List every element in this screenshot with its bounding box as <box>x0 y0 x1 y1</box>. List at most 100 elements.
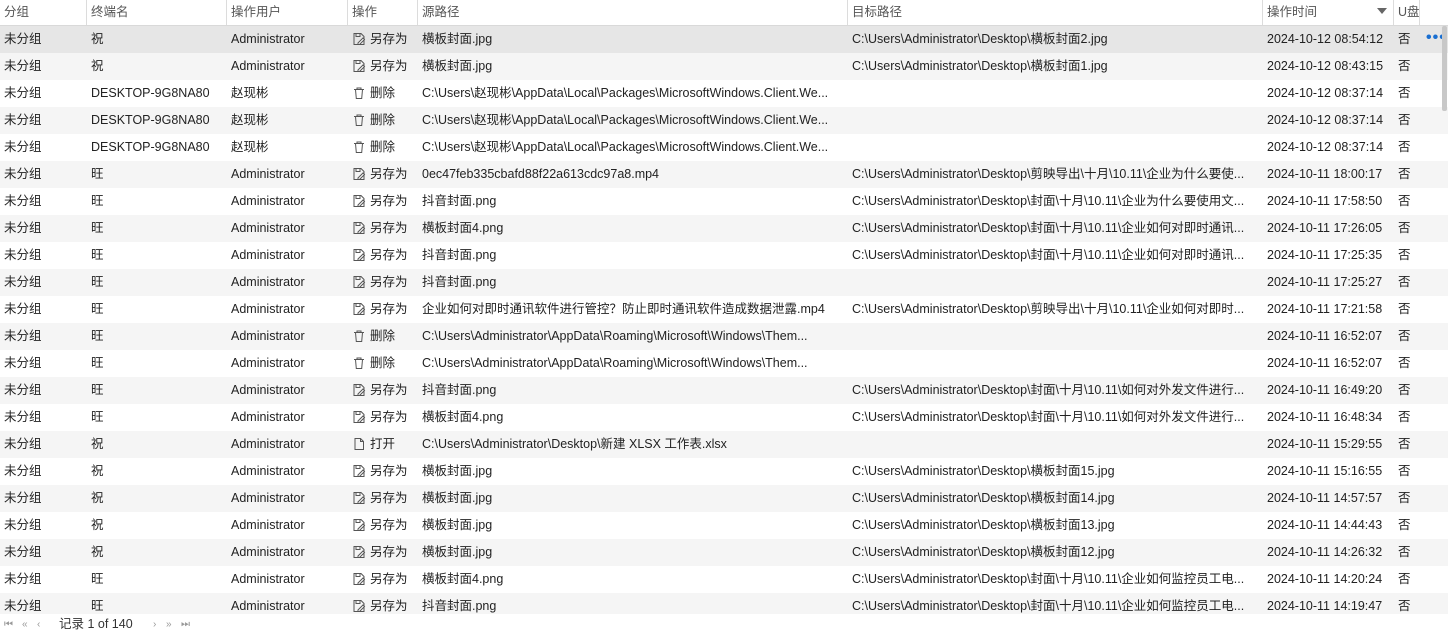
next-page-fast-icon[interactable]: » <box>166 614 172 635</box>
prev-page-icon[interactable]: ‹ <box>37 614 40 635</box>
cell-source-path: C:\Users\Administrator\Desktop\新建 XLSX 工… <box>422 437 727 451</box>
cell-time: 2024-10-11 17:58:50 <box>1267 194 1383 208</box>
table-row[interactable]: 未分组 祝 Administrator 另存为 横板封面.jpg C:\Users\Adm… <box>0 53 1448 80</box>
table-row[interactable]: 未分组 旺 Administrator 另存为 抖音封面.png C:\Users\Adm… <box>0 377 1448 404</box>
column-header-user[interactable]: 操作用户 <box>227 0 348 25</box>
column-header-operation[interactable]: 操作 <box>348 0 418 25</box>
cell-target-path: C:\Users\Administrator\Desktop\横板封面2.jpg <box>852 32 1108 46</box>
table-row[interactable]: 未分组 旺 Administrator 另存为 0ec47feb335cbafd88f2… <box>0 161 1448 188</box>
cell-usb: 否 <box>1398 167 1411 181</box>
table-row[interactable]: 未分组 旺 Administrator 另存为 横板封面4.png C:\Users\Ad… <box>0 566 1448 593</box>
table-row[interactable]: 未分组 祝 Administrator 打开 C:\Users\Administrato… <box>0 431 1448 458</box>
trash-icon <box>352 353 366 369</box>
cell-operation: 删除 <box>348 350 418 377</box>
cell-operation: 删除 <box>348 80 418 107</box>
next-page-icon[interactable]: › <box>153 614 156 635</box>
cell-target-path: C:\Users\Administrator\Desktop\横板封面12.jp… <box>852 545 1115 559</box>
prev-page-fast-icon[interactable]: « <box>22 614 28 635</box>
cell-time: 2024-10-12 08:37:14 <box>1267 113 1384 127</box>
cell-terminal: 祝 <box>91 518 104 532</box>
table-row[interactable]: 未分组 祝 Administrator 另存为 横板封面.jpg C:\Users\Adm… <box>0 512 1448 539</box>
column-header-usb[interactable]: U盘 <box>1394 0 1420 25</box>
cell-source-path: C:\Users\赵现彬\AppData\Local\Packages\Micr… <box>422 113 829 127</box>
table-row[interactable]: 未分组 祝 Administrator 另存为 横板封面.jpg C:\Users\Adm… <box>0 485 1448 512</box>
table-row[interactable]: 未分组 祝 Administrator 另存为 横板封面.jpg C:\Users\Adm… <box>0 26 1448 53</box>
table-row[interactable]: 未分组 DESKTOP-9G8NA80 赵现彬 删除 C:\Users\赵现彬\AppD… <box>0 80 1448 107</box>
cell-group: 未分组 <box>4 221 42 235</box>
cell-target-path <box>848 350 1263 377</box>
operation-label: 另存为 <box>370 518 408 532</box>
operation-label: 另存为 <box>370 194 408 208</box>
cell-usb: 否 <box>1398 59 1411 73</box>
cell-source-path: 0ec47feb335cbafd88f22a613cdc97a8.mp4 <box>422 167 660 181</box>
table-row[interactable]: 未分组 旺 Administrator 删除 C:\Users\Administrato… <box>0 350 1448 377</box>
cell-time: 2024-10-11 17:21:58 <box>1267 302 1383 316</box>
table-row[interactable]: 未分组 旺 Administrator 另存为 企业如何对即时通讯软件进行管控？防止即时… <box>0 296 1448 323</box>
column-header-group[interactable]: 分组 <box>0 0 87 25</box>
table-row[interactable]: 未分组 旺 Administrator 删除 C:\Users\Administrato… <box>0 323 1448 350</box>
table-row[interactable]: 未分组 旺 Administrator 另存为 抖音封面.png C:\Users\Adm… <box>0 242 1448 269</box>
cell-source-path: 抖音封面.png <box>422 248 497 262</box>
cell-source-path: C:\Users\赵现彬\AppData\Local\Packages\Micr… <box>422 140 829 154</box>
cell-group: 未分组 <box>4 275 42 289</box>
table-row[interactable]: 未分组 旺 Administrator 另存为 抖音封面.png 2024-10-11 1… <box>0 269 1448 296</box>
cell-user: Administrator <box>231 329 305 343</box>
cell-user: Administrator <box>231 32 305 46</box>
cell-source-path: 抖音封面.png <box>422 194 497 208</box>
cell-source-path: 横板封面.jpg <box>422 464 493 478</box>
cell-terminal: 祝 <box>91 59 104 73</box>
column-header-terminal[interactable]: 终端名 <box>87 0 227 25</box>
table-row[interactable]: 未分组 祝 Administrator 另存为 横板封面.jpg C:\Users\Adm… <box>0 539 1448 566</box>
cell-target-path: C:\Users\Administrator\Desktop\剪映导出\十月\1… <box>852 302 1245 316</box>
operation-label: 另存为 <box>370 464 408 478</box>
cell-group: 未分组 <box>4 356 42 370</box>
cell-user: Administrator <box>231 545 305 559</box>
operation-label: 另存为 <box>370 32 408 46</box>
save-as-icon <box>352 299 366 315</box>
cell-group: 未分组 <box>4 59 42 73</box>
cell-time: 2024-10-11 16:52:07 <box>1267 329 1383 343</box>
pager: ⏮ « ‹ 记录 1 of 140 › » ⏭ <box>0 614 1448 635</box>
cell-usb: 否 <box>1398 140 1411 154</box>
cell-target-path: C:\Users\Administrator\Desktop\封面\十月\10.… <box>852 248 1245 262</box>
operation-label: 打开 <box>370 437 396 451</box>
cell-target-path <box>848 80 1263 107</box>
column-header-target-path[interactable]: 目标路径 <box>848 0 1263 25</box>
table-row[interactable]: 未分组 DESKTOP-9G8NA80 赵现彬 删除 C:\Users\赵现彬\AppD… <box>0 134 1448 161</box>
column-header-source-path[interactable]: 源路径 <box>418 0 848 25</box>
cell-time: 2024-10-11 17:25:35 <box>1267 248 1383 262</box>
cell-user: Administrator <box>231 491 305 505</box>
table-row[interactable]: 未分组 旺 Administrator 另存为 抖音封面.png C:\Users\Adm… <box>0 188 1448 215</box>
cell-usb: 否 <box>1398 437 1411 451</box>
cell-usb: 否 <box>1398 86 1411 100</box>
cell-operation: 打开 <box>348 431 418 458</box>
cell-user: Administrator <box>231 194 305 208</box>
save-as-icon <box>352 515 366 531</box>
cell-time: 2024-10-11 18:00:17 <box>1267 167 1383 181</box>
first-page-icon[interactable]: ⏮ <box>4 614 13 635</box>
table-row[interactable]: 未分组 旺 Administrator 另存为 横板封面4.png C:\Users\Ad… <box>0 404 1448 431</box>
cell-target-path: C:\Users\Administrator\Desktop\封面\十月\10.… <box>852 572 1245 586</box>
table-row[interactable]: 未分组 祝 Administrator 另存为 横板封面.jpg C:\Users\Adm… <box>0 458 1448 485</box>
cell-source-path: C:\Users\Administrator\AppData\Roaming\M… <box>422 329 808 343</box>
cell-group: 未分组 <box>4 86 42 100</box>
cell-source-path: 横板封面4.png <box>422 221 504 235</box>
cell-terminal: 旺 <box>91 194 104 208</box>
cell-time: 2024-10-12 08:37:14 <box>1267 140 1384 154</box>
column-header-time[interactable]: 操作时间 <box>1263 0 1394 25</box>
last-page-icon[interactable]: ⏭ <box>181 614 190 635</box>
vertical-scrollbar[interactable] <box>1442 26 1447 111</box>
cell-group: 未分组 <box>4 302 42 316</box>
cell-terminal: DESKTOP-9G8NA80 <box>91 113 210 127</box>
sort-descending-icon[interactable] <box>1377 8 1387 14</box>
operation-label: 另存为 <box>370 572 408 586</box>
cell-time: 2024-10-11 14:44:43 <box>1267 518 1383 532</box>
cell-user: Administrator <box>231 356 305 370</box>
cell-usb: 否 <box>1398 356 1411 370</box>
cell-source-path: 企业如何对即时通讯软件进行管控？防止即时通讯软件造成数据泄露.mp4 <box>422 302 825 316</box>
table-row[interactable]: 未分组 旺 Administrator 另存为 横板封面4.png C:\Users\Ad… <box>0 215 1448 242</box>
file-icon <box>352 434 366 450</box>
save-as-icon <box>352 596 366 612</box>
table-row[interactable]: 未分组 DESKTOP-9G8NA80 赵现彬 删除 C:\Users\赵现彬\AppD… <box>0 107 1448 134</box>
cell-source-path: 横板封面.jpg <box>422 59 493 73</box>
